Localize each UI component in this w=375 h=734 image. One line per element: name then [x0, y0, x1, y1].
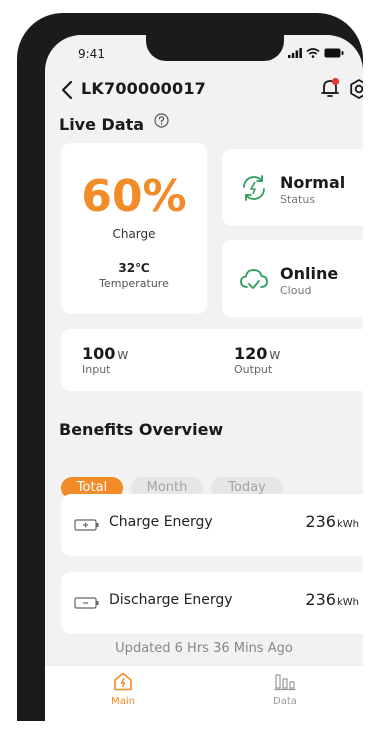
output-value: 120 [234, 344, 268, 363]
cloud-label: Cloud [280, 284, 312, 297]
live-data-title: Live Data [59, 115, 145, 134]
benefits-heading: Benefits Overview [59, 420, 224, 439]
discharge-energy-amount: 236kWh [305, 590, 359, 609]
clock: 9:41 [78, 47, 105, 61]
battery-icon [324, 48, 344, 58]
tab-data[interactable]: Data [255, 672, 315, 707]
cloud-card: Online Cloud [222, 240, 363, 317]
app-screen: 9:41 LK700000017 Live Data 60% Charge 32… [45, 35, 363, 734]
charge-card: 60% Charge 32℃ Temperature [61, 143, 207, 314]
discharge-energy-label: Discharge Energy [109, 592, 233, 608]
last-updated-text: Updated 6 Hrs 36 Mins Ago [115, 641, 293, 656]
cloud-icon [240, 269, 268, 289]
cloud-value: Online [280, 264, 339, 283]
tab-main-label: Main [111, 696, 135, 707]
charge-energy-value: 236 [305, 512, 336, 531]
live-data-heading: Live Data [59, 113, 169, 134]
charge-energy-amount: 236kWh [305, 512, 359, 531]
input-label: Input [82, 363, 111, 376]
status-card: Normal Status [222, 149, 363, 226]
system-icons [288, 48, 344, 58]
output-power: 120 W [234, 344, 280, 363]
phone-frame: 9:41 LK700000017 Live Data 60% Charge 32… [17, 13, 363, 734]
settings-gear-icon[interactable] [348, 78, 363, 100]
device-header: LK700000017 [45, 75, 363, 105]
bar-chart-icon [274, 674, 296, 691]
back-chevron-icon[interactable] [59, 80, 77, 100]
discharge-energy-unit: kWh [336, 597, 359, 608]
status-value: Normal [280, 173, 346, 192]
device-title: LK700000017 [81, 79, 206, 98]
signal-icon [288, 48, 302, 58]
help-question-icon[interactable] [154, 113, 169, 128]
notification-dot-icon [331, 77, 340, 86]
home-icon [114, 672, 132, 691]
input-power: 100 W [82, 344, 128, 363]
power-card: 100 W Input 120 W Output [61, 329, 363, 391]
bell-icon[interactable] [319, 77, 341, 99]
bottom-tab-bar: Main Data [45, 665, 363, 734]
temperature-label: Temperature [99, 277, 169, 290]
output-label: Output [234, 363, 273, 376]
charge-energy-label: Charge Energy [109, 514, 213, 530]
charge-label: Charge [112, 227, 156, 241]
tab-data-label: Data [273, 696, 297, 707]
notch [146, 35, 284, 61]
input-unit: W [117, 349, 129, 362]
charge-energy-unit: kWh [336, 519, 359, 530]
battery-plus-icon [74, 519, 99, 531]
status-label: Status [280, 193, 316, 206]
wifi-icon [306, 48, 320, 58]
sync-status-icon [243, 175, 265, 201]
output-unit: W [269, 349, 281, 362]
input-value: 100 [82, 344, 116, 363]
discharge-energy-value: 236 [305, 590, 336, 609]
charge-percentage: 60% [81, 171, 187, 222]
discharge-energy-row: Discharge Energy 236kWh [61, 572, 363, 634]
tab-main[interactable]: Main [93, 672, 153, 707]
temperature-value: 32℃ [118, 261, 150, 275]
charge-energy-row: Charge Energy 236kWh [61, 494, 363, 556]
battery-minus-icon [74, 597, 99, 609]
